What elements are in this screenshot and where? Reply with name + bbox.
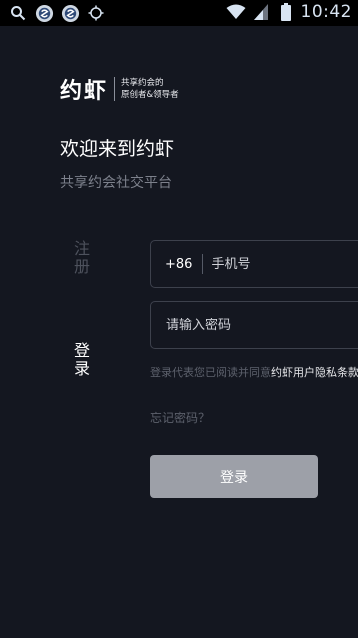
- brand-name: 约虾: [60, 79, 109, 104]
- phone-field: +86: [150, 240, 358, 288]
- login-button[interactable]: 登录: [150, 455, 318, 498]
- brand-tagline: 共享约会的 原创者&领导者: [121, 77, 179, 101]
- search-icon: [8, 3, 28, 23]
- phone-input[interactable]: [211, 256, 352, 272]
- logo-divider: [114, 77, 116, 101]
- country-code-divider: [202, 254, 204, 274]
- location-icon: [86, 3, 106, 23]
- status-bar-notifications: [8, 3, 106, 23]
- privacy-terms-link[interactable]: 约虾用户隐私条款: [271, 366, 358, 379]
- brand-tagline-line1: 共享约会的: [121, 78, 164, 88]
- status-bar: 10:42: [0, 0, 358, 26]
- password-field: [150, 301, 358, 349]
- country-code[interactable]: +86: [165, 257, 192, 272]
- tab-login[interactable]: 登录: [68, 342, 92, 378]
- agreement-text: 登录代表您已阅读并同意约虾用户隐私条款: [150, 364, 358, 380]
- status-bar-system: 10:42: [226, 2, 353, 22]
- welcome-title: 欢迎来到约虾: [60, 138, 175, 160]
- forgot-password-link[interactable]: 忘记密码？: [150, 409, 210, 426]
- battery-icon: [276, 2, 296, 22]
- welcome-subtitle: 共享约会社交平台: [60, 175, 172, 191]
- tab-register[interactable]: 注册: [68, 240, 92, 276]
- brand-tagline-line2: 原创者&领导者: [121, 90, 179, 100]
- signal-icon: [251, 2, 271, 22]
- brand-logo: 约虾 共享约会的 原创者&领导者: [60, 73, 179, 105]
- status-time: 10:42: [300, 2, 352, 22]
- agreement-prefix: 登录代表您已阅读并同意: [150, 366, 271, 379]
- wifi-icon: [226, 2, 246, 22]
- app-icon: [34, 3, 54, 23]
- app-icon: [60, 3, 80, 23]
- password-input[interactable]: [166, 317, 306, 333]
